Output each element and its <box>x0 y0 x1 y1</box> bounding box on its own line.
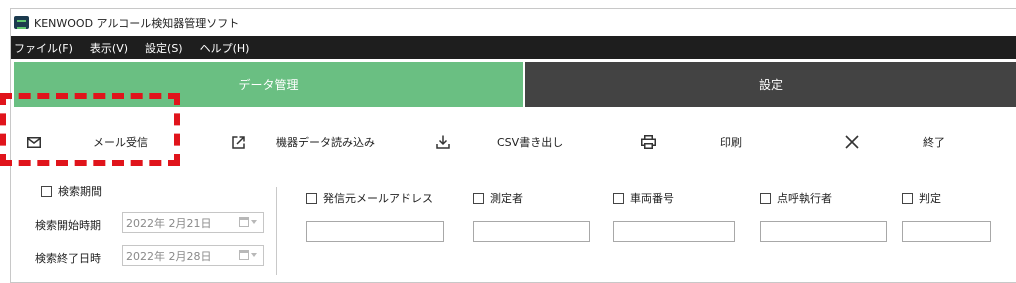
search-period-checkbox-row[interactable]: 検索期間 <box>41 183 102 199</box>
calendar-dropdown-icon[interactable] <box>239 217 257 227</box>
filter-vehicle-number-label: 車両番号 <box>630 192 674 205</box>
vehicle-number-input[interactable] <box>613 221 735 242</box>
judgment-input[interactable] <box>902 221 991 242</box>
filter-measurer-checkbox[interactable] <box>473 192 484 204</box>
filter-judgment-label: 判定 <box>919 192 941 205</box>
download-icon <box>434 133 452 151</box>
title-bar: KENWOOD アルコール検知器管理ソフト <box>11 9 1016 36</box>
app-window: KENWOOD アルコール検知器管理ソフト ファイル(F) 表示(V) 設定(S… <box>10 8 1016 283</box>
filter-sender-mail-label: 発信元メールアドレス <box>323 192 433 205</box>
main-tabs: データ管理 設定 <box>14 62 1016 107</box>
menu-settings[interactable]: 設定(S) <box>145 40 183 56</box>
csv-export-label: CSV書き出し <box>497 136 564 149</box>
search-start-label: 検索開始時期 <box>35 219 101 232</box>
search-panel: 検索期間 検索開始時期 2022年 2月21日 検索終了日時 2022年 2月2… <box>11 175 1016 282</box>
mail-receive-label: メール受信 <box>93 136 148 149</box>
sender-mail-input[interactable] <box>306 221 444 242</box>
print-label: 印刷 <box>720 136 742 149</box>
filter-sender-mail-row[interactable]: 発信元メールアドレス <box>306 190 433 206</box>
search-divider <box>276 187 277 275</box>
device-import-label: 機器データ読み込み <box>276 136 375 149</box>
filter-judgment-checkbox[interactable] <box>902 192 913 204</box>
kenwood-app-icon <box>14 16 29 29</box>
search-period-label: 検索期間 <box>58 185 102 198</box>
filter-sender-mail-checkbox[interactable] <box>306 192 317 204</box>
search-end-label: 検索終了日時 <box>35 252 101 265</box>
roll-call-executor-input[interactable] <box>760 221 887 242</box>
filter-roll-call-executor-row[interactable]: 点呼執行者 <box>760 190 832 206</box>
search-end-date-picker[interactable]: 2022年 2月28日 <box>122 245 264 266</box>
menu-bar: ファイル(F) 表示(V) 設定(S) ヘルプ(H) <box>11 36 1016 59</box>
csv-export-button[interactable]: CSV書き出し <box>434 124 604 160</box>
tab-settings[interactable]: 設定 <box>525 62 1016 107</box>
device-import-button[interactable]: 機器データ読み込み <box>229 124 409 160</box>
close-x-icon <box>843 133 861 151</box>
filter-vehicle-number-checkbox[interactable] <box>613 192 624 204</box>
toolbar: メール受信 機器データ読み込み CSV書き出し 印刷 終了 <box>11 124 1016 160</box>
window-title: KENWOOD アルコール検知器管理ソフト <box>34 16 240 30</box>
exit-label: 終了 <box>923 136 945 149</box>
filter-vehicle-number-row[interactable]: 車両番号 <box>613 190 674 206</box>
tab-data-management[interactable]: データ管理 <box>14 62 523 107</box>
calendar-dropdown-icon[interactable] <box>239 250 257 260</box>
filter-roll-call-executor-checkbox[interactable] <box>760 192 771 204</box>
filter-measurer-row[interactable]: 測定者 <box>473 190 523 206</box>
mail-receive-button[interactable]: メール受信 <box>25 124 190 160</box>
filter-judgment-row[interactable]: 判定 <box>902 190 941 206</box>
print-button[interactable]: 印刷 <box>639 124 769 160</box>
filter-measurer-label: 測定者 <box>490 192 523 205</box>
exit-button[interactable]: 終了 <box>843 124 963 160</box>
search-period-checkbox[interactable] <box>41 185 52 197</box>
search-end-date-value: 2022年 2月28日 <box>126 249 212 263</box>
search-start-date-picker[interactable]: 2022年 2月21日 <box>122 212 264 233</box>
printer-icon <box>639 133 657 151</box>
external-link-icon <box>229 133 247 151</box>
menu-help[interactable]: ヘルプ(H) <box>200 40 250 56</box>
menu-view[interactable]: 表示(V) <box>90 40 128 56</box>
menu-file[interactable]: ファイル(F) <box>14 40 73 56</box>
search-start-date-value: 2022年 2月21日 <box>126 216 212 230</box>
measurer-input[interactable] <box>473 221 590 242</box>
filter-roll-call-executor-label: 点呼執行者 <box>777 192 832 205</box>
envelope-icon <box>25 133 43 151</box>
